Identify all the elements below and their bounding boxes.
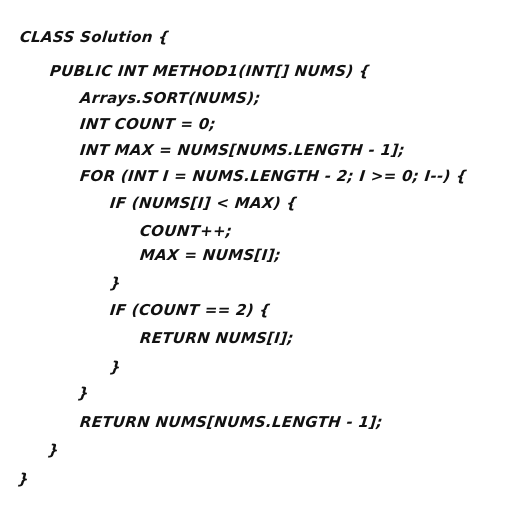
code-line-class-decl: CLASS Solution {: [19, 28, 171, 46]
code-line-close-class: }: [17, 470, 30, 488]
code-line-count-increment: COUNT++;: [139, 222, 234, 240]
code-line-for-loop: FOR (INT I = NUMS.LENGTH - 2; I >= 0; I-…: [79, 167, 469, 185]
code-line-sort: Arrays.SORT(NUMS);: [79, 89, 262, 107]
code-page: CLASS Solution { PUBLIC INT METHOD1(INT[…: [0, 0, 518, 510]
code-line-max-assign: MAX = NUMS[I];: [139, 246, 283, 264]
code-line-close-if: }: [109, 274, 122, 292]
code-line-return-inner: RETURN NUMS[I];: [139, 329, 295, 347]
code-line-close-for: }: [77, 384, 90, 402]
code-line-close-method: }: [47, 441, 60, 459]
code-line-count-init: INT COUNT = 0;: [79, 115, 217, 133]
code-line-close-if-count: }: [109, 358, 122, 376]
code-line-method-signature: PUBLIC INT METHOD1(INT[] NUMS) {: [49, 62, 372, 80]
code-line-if-less-than-max: IF (NUMS[I] < MAX) {: [109, 194, 299, 212]
code-line-max-init: INT MAX = NUMS[NUMS.LENGTH - 1];: [79, 141, 406, 159]
code-line-if-count: IF (COUNT == 2) {: [109, 301, 272, 319]
code-line-return-outer: RETURN NUMS[NUMS.LENGTH - 1];: [79, 413, 384, 431]
